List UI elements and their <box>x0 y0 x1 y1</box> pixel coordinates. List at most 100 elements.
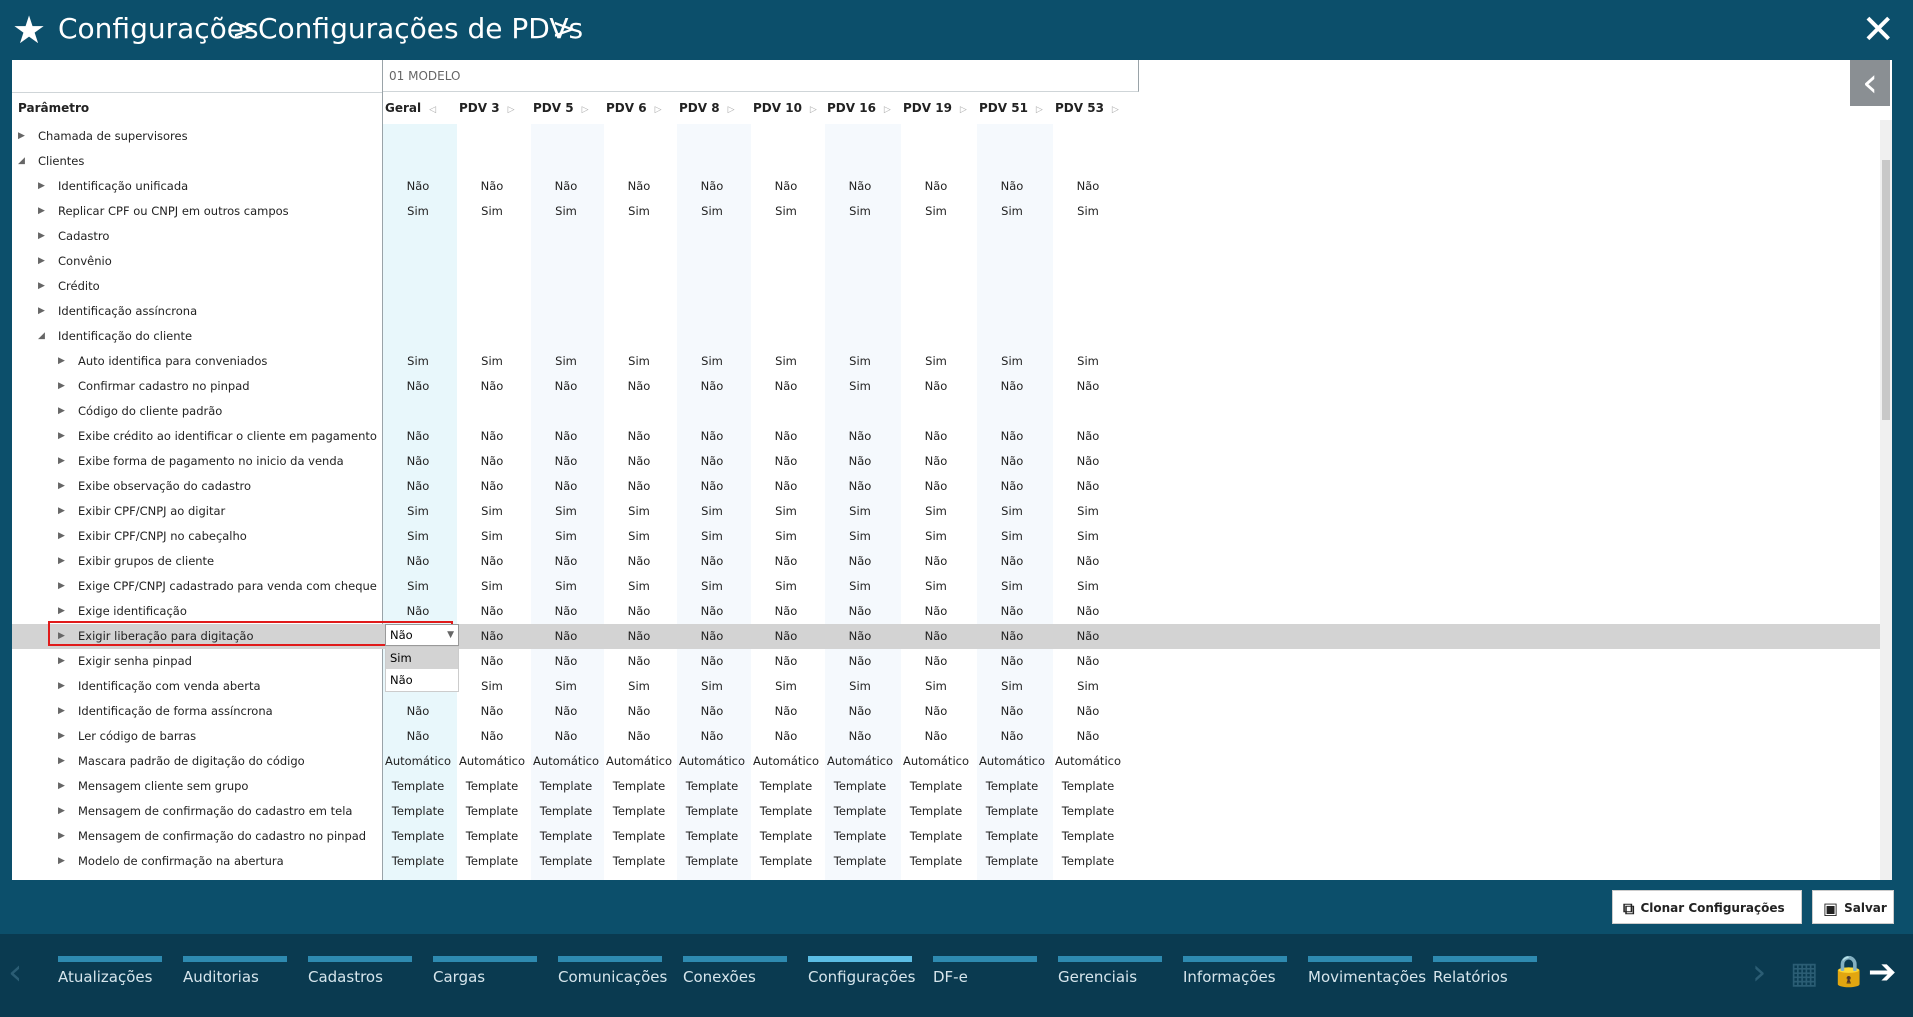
table-row[interactable]: ▶ Auto identifica para conveniados Sim Sim S… <box>12 349 1892 374</box>
value-cell[interactable]: Não <box>1053 553 1123 569</box>
value-cell[interactable]: Template <box>531 803 601 819</box>
value-cell[interactable]: Sim <box>531 678 601 694</box>
value-cell[interactable]: Não <box>825 703 895 719</box>
value-cell[interactable]: Não <box>901 178 971 194</box>
value-cell[interactable]: Não <box>751 453 821 469</box>
table-row[interactable]: ◢ Identificação do cliente <box>12 324 1892 349</box>
column-header[interactable]: Geral ◁ <box>385 100 436 118</box>
column-header[interactable]: PDV 8 ▷ <box>679 100 735 118</box>
value-cell[interactable]: Sim <box>604 528 674 544</box>
value-cell[interactable]: Não <box>977 603 1047 619</box>
value-cell[interactable]: Não <box>677 178 747 194</box>
value-cell[interactable]: Não <box>604 378 674 394</box>
value-cell[interactable]: Sim <box>901 528 971 544</box>
value-cell[interactable]: Template <box>901 778 971 794</box>
breadcrumb-configuracoes[interactable]: Configurações <box>58 12 259 46</box>
value-cell[interactable]: Não <box>531 453 601 469</box>
value-cell[interactable]: Template <box>901 803 971 819</box>
value-cell[interactable]: Não <box>1053 653 1123 669</box>
value-cell[interactable]: Sim <box>383 528 453 544</box>
column-header[interactable]: PDV 3 ▷ <box>459 100 515 118</box>
sort-right-icon[interactable]: ▷ <box>655 102 662 118</box>
value-cell[interactable]: Template <box>604 828 674 844</box>
value-cell[interactable]: Sim <box>531 353 601 369</box>
value-cell[interactable]: Sim <box>901 353 971 369</box>
value-cell[interactable]: Sim <box>977 578 1047 594</box>
value-cell[interactable]: Template <box>977 853 1047 869</box>
table-row[interactable]: ▶ Replicar CPF ou CNPJ em outros campos Si… <box>12 199 1892 224</box>
value-cell[interactable]: Não <box>751 378 821 394</box>
value-cell[interactable]: Não <box>677 728 747 744</box>
expand-icon[interactable]: ▶ <box>58 728 65 744</box>
table-row[interactable]: ▶ Convênio <box>12 249 1892 274</box>
chevron-left-icon[interactable]: ‹ <box>8 952 22 993</box>
value-cell[interactable]: Não <box>677 553 747 569</box>
value-cell[interactable]: Sim <box>825 578 895 594</box>
table-row[interactable]: ▶ Ler código de barras Não Não Não Não Não Não N… <box>12 724 1892 749</box>
value-cell[interactable]: Não <box>1053 628 1123 644</box>
expand-icon[interactable]: ▶ <box>58 828 65 844</box>
value-cell[interactable]: Não <box>383 478 453 494</box>
value-cell[interactable]: Sim <box>1053 578 1123 594</box>
value-cell[interactable]: Não <box>977 553 1047 569</box>
value-cell[interactable]: Não <box>1053 728 1123 744</box>
value-cell[interactable]: Template <box>1053 778 1123 794</box>
value-cell[interactable]: Não <box>977 378 1047 394</box>
value-cell[interactable]: Sim <box>531 578 601 594</box>
value-cell[interactable]: Não <box>825 603 895 619</box>
value-cell[interactable]: Não <box>825 178 895 194</box>
value-cell[interactable]: Template <box>383 853 453 869</box>
value-cell[interactable]: Sim <box>977 528 1047 544</box>
value-cell[interactable]: Sim <box>531 203 601 219</box>
column-header[interactable]: PDV 5 ▷ <box>533 100 589 118</box>
value-cell[interactable]: Não <box>531 378 601 394</box>
value-cell[interactable]: Não <box>825 478 895 494</box>
nav-item[interactable]: Conexões <box>683 956 787 988</box>
table-row[interactable]: ▶ Código do cliente padrão <box>12 399 1892 424</box>
value-cell[interactable]: Não <box>825 453 895 469</box>
value-cell[interactable]: Template <box>825 778 895 794</box>
nav-item[interactable]: Comunicações <box>558 956 667 988</box>
expand-icon[interactable]: ▶ <box>58 403 65 419</box>
value-cell[interactable]: Template <box>751 853 821 869</box>
value-select[interactable]: Não ▼ <box>385 624 459 646</box>
value-cell[interactable]: Não <box>531 728 601 744</box>
value-cell[interactable]: Automático <box>531 753 601 769</box>
value-cell[interactable]: Sim <box>677 678 747 694</box>
value-cell[interactable]: Não <box>901 428 971 444</box>
value-cell[interactable]: Sim <box>457 578 527 594</box>
value-cell[interactable]: Template <box>977 803 1047 819</box>
value-cell[interactable]: Não <box>977 653 1047 669</box>
expand-icon[interactable]: ▶ <box>58 453 65 469</box>
expand-icon[interactable]: ▶ <box>58 653 65 669</box>
value-cell[interactable]: Sim <box>383 578 453 594</box>
value-cell[interactable]: Não <box>604 653 674 669</box>
value-cell[interactable]: Sim <box>383 353 453 369</box>
value-cell[interactable]: Não <box>677 428 747 444</box>
value-cell[interactable]: Não <box>604 453 674 469</box>
sort-right-icon[interactable]: ▷ <box>960 102 967 118</box>
value-cell[interactable]: Sim <box>825 378 895 394</box>
value-cell[interactable]: Template <box>383 803 453 819</box>
chevron-down-icon[interactable]: ▼ <box>447 625 454 645</box>
value-cell[interactable]: Sim <box>1053 203 1123 219</box>
value-cell[interactable]: Não <box>531 478 601 494</box>
value-cell[interactable]: Não <box>977 728 1047 744</box>
value-cell[interactable]: Não <box>825 628 895 644</box>
value-cell[interactable]: Não <box>531 178 601 194</box>
close-icon[interactable]: ✕ <box>1861 10 1895 50</box>
value-cell[interactable]: Não <box>604 478 674 494</box>
value-cell[interactable]: Não <box>751 428 821 444</box>
table-row[interactable]: ◢ Clientes <box>12 149 1892 174</box>
value-cell[interactable]: Sim <box>677 353 747 369</box>
nav-item[interactable]: Auditorias <box>183 956 287 988</box>
value-cell[interactable]: Não <box>1053 603 1123 619</box>
table-row[interactable]: ▶ Exibir grupos de cliente Não Não Não Não Não… <box>12 549 1892 574</box>
column-header[interactable]: PDV 16 ▷ <box>827 100 891 118</box>
value-cell[interactable]: Não <box>677 653 747 669</box>
value-cell[interactable]: Template <box>457 803 527 819</box>
column-header[interactable]: PDV 19 ▷ <box>903 100 967 118</box>
expand-icon[interactable]: ▶ <box>58 803 65 819</box>
table-row[interactable]: ▶ Mascara padrão de digitação do código Au… <box>12 749 1892 774</box>
value-cell[interactable]: Sim <box>825 528 895 544</box>
